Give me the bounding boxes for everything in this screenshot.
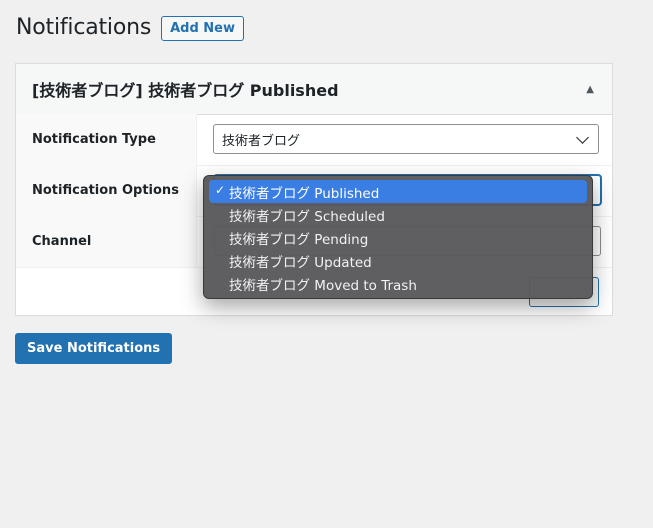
option-label: 技術者ブログ Scheduled — [229, 208, 385, 225]
option-label: 技術者ブログ Moved to Trash — [229, 277, 417, 294]
panel-header[interactable]: [技術者ブログ] 技術者ブログ Published ▲ — [16, 64, 612, 115]
notification-type-label: Notification Type — [16, 114, 197, 165]
notification-options-dropdown[interactable]: ✓ 技術者ブログ Published 技術者ブログ Scheduled 技術者ブ… — [203, 175, 593, 299]
dropdown-option-published[interactable]: ✓ 技術者ブログ Published — [209, 180, 587, 203]
checkmark-icon: ✓ — [215, 183, 226, 197]
row-notification-type: Notification Type 技術者ブログ — [16, 114, 612, 166]
notification-type-value: 技術者ブログ — [222, 133, 301, 149]
dropdown-option-updated[interactable]: 技術者ブログ Updated — [209, 249, 587, 272]
add-new-button[interactable]: Add New — [161, 16, 244, 41]
page-title: Notifications — [16, 15, 152, 40]
option-label: 技術者ブログ Published — [229, 185, 380, 202]
collapse-triangle-icon[interactable]: ▲ — [586, 84, 594, 95]
option-label: 技術者ブログ Pending — [229, 231, 369, 248]
panel-title: [技術者ブログ] 技術者ブログ Published — [32, 81, 339, 100]
dropdown-option-pending[interactable]: 技術者ブログ Pending — [209, 226, 587, 249]
save-notifications-button[interactable]: Save Notifications — [15, 333, 173, 364]
chevron-down-icon — [576, 130, 589, 144]
notification-options-label: Notification Options — [16, 165, 197, 216]
channel-label: Channel — [16, 216, 197, 267]
dropdown-option-scheduled[interactable]: 技術者ブログ Scheduled — [209, 203, 587, 226]
page-header: Notifications Add New — [16, 14, 244, 41]
option-label: 技術者ブログ Updated — [229, 254, 372, 271]
dropdown-option-moved-to-trash[interactable]: 技術者ブログ Moved to Trash — [209, 272, 587, 295]
notification-type-select[interactable]: 技術者ブログ — [213, 124, 599, 154]
